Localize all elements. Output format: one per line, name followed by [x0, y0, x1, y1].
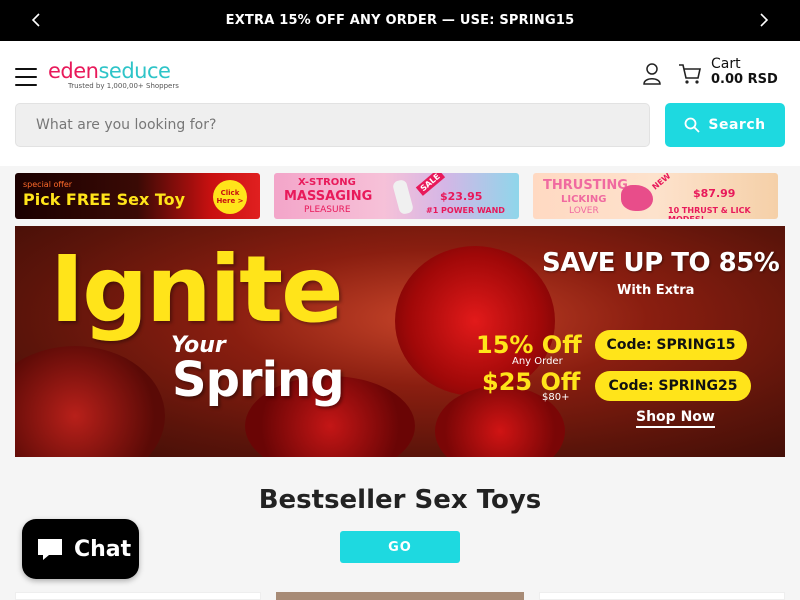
chevron-right-icon[interactable]: [756, 12, 772, 28]
shop-now-link[interactable]: Shop Now: [636, 409, 715, 428]
promo3-price: $87.99: [693, 187, 736, 200]
promo2-caption: #1 POWER WAND: [426, 206, 505, 215]
search-input[interactable]: What are you looking for?: [15, 103, 650, 147]
promo1-line1: special offer: [23, 180, 73, 189]
cart-icon[interactable]: [677, 61, 703, 87]
logo-tagline: Trusted by 1,000,00+ Shoppers: [68, 82, 179, 90]
menu-icon[interactable]: [15, 68, 37, 86]
wand-image: [391, 178, 415, 216]
hero-with-extra: With Extra: [617, 283, 695, 298]
chat-button[interactable]: Chat: [22, 519, 139, 579]
site-header: edenseduce Trusted by 1,000,00+ Shoppers…: [0, 41, 800, 166]
search-button-label: Search: [708, 117, 766, 133]
product-card[interactable]: [15, 592, 261, 600]
cart-amount: 0.00 RSD: [711, 72, 778, 87]
logo-part-eden: eden: [48, 59, 99, 83]
section-title: Bestseller Sex Toys: [258, 485, 542, 515]
hero-banner[interactable]: Ignite Your Spring SAVE UP TO 85% With E…: [15, 226, 785, 457]
chat-label: Chat: [74, 536, 132, 562]
hero-headline: Ignite: [50, 236, 343, 343]
promo-banner-power-wand[interactable]: X-STRONG MASSAGING PLEASURE SALE $23.95 …: [274, 173, 519, 219]
toy-image: [621, 185, 653, 211]
chevron-left-icon[interactable]: [28, 12, 44, 28]
cart-summary[interactable]: Cart 0.00 RSD: [711, 56, 778, 88]
hero-code1: Code: SPRING15: [595, 330, 747, 360]
promo3-caption: 10 THRUST & LICK MODES!: [668, 206, 751, 219]
cart-label: Cart: [711, 56, 741, 72]
promo-banner-thrusting[interactable]: THRUSTING LICKING LOVER NEW $87.99 10 TH…: [533, 173, 778, 219]
announcement-text: EXTRA 15% OFF ANY ORDER — USE: SPRING15: [225, 13, 575, 28]
go-button[interactable]: GO: [340, 531, 460, 563]
promo3-line3: LOVER: [569, 206, 599, 216]
product-card[interactable]: [539, 592, 785, 600]
logo[interactable]: edenseduce Trusted by 1,000,00+ Shoppers: [48, 59, 218, 95]
promo1-line2: Pick FREE Sex Toy: [23, 190, 186, 209]
search-icon: [684, 117, 701, 133]
promo3-line2: LICKING: [561, 194, 607, 205]
rose-image: [15, 346, 165, 457]
promo2-line3: PLEASURE: [304, 205, 351, 215]
account-icon[interactable]: [641, 62, 663, 86]
hero-save-text: SAVE UP TO 85%: [542, 248, 780, 278]
promo-banner-free-toy[interactable]: special offer Pick FREE Sex Toy Click He…: [15, 173, 260, 219]
promo1-badge: Click Here >: [213, 180, 247, 214]
promo3-line1: THRUSTING: [543, 178, 628, 193]
hero-spring: Spring: [172, 352, 345, 408]
hero-offer1-sub: Any Order: [512, 356, 563, 367]
announcement-bar: EXTRA 15% OFF ANY ORDER — USE: SPRING15: [0, 0, 800, 41]
hero-offer2-sub: $80+: [542, 392, 570, 403]
hero-offer1: 15% Off: [476, 331, 582, 359]
promo3-new-badge: NEW: [650, 173, 673, 192]
hero-code2: Code: SPRING25: [595, 371, 751, 401]
chat-bubble-icon: [38, 539, 62, 560]
promo2-price: $23.95: [440, 190, 483, 203]
search-button[interactable]: Search: [665, 103, 785, 147]
logo-part-seduce: seduce: [98, 59, 171, 83]
search-placeholder: What are you looking for?: [36, 117, 217, 133]
promo2-line2: MASSAGING: [284, 189, 373, 204]
product-card[interactable]: [276, 592, 524, 600]
promo2-line1: X-STRONG: [298, 177, 356, 188]
